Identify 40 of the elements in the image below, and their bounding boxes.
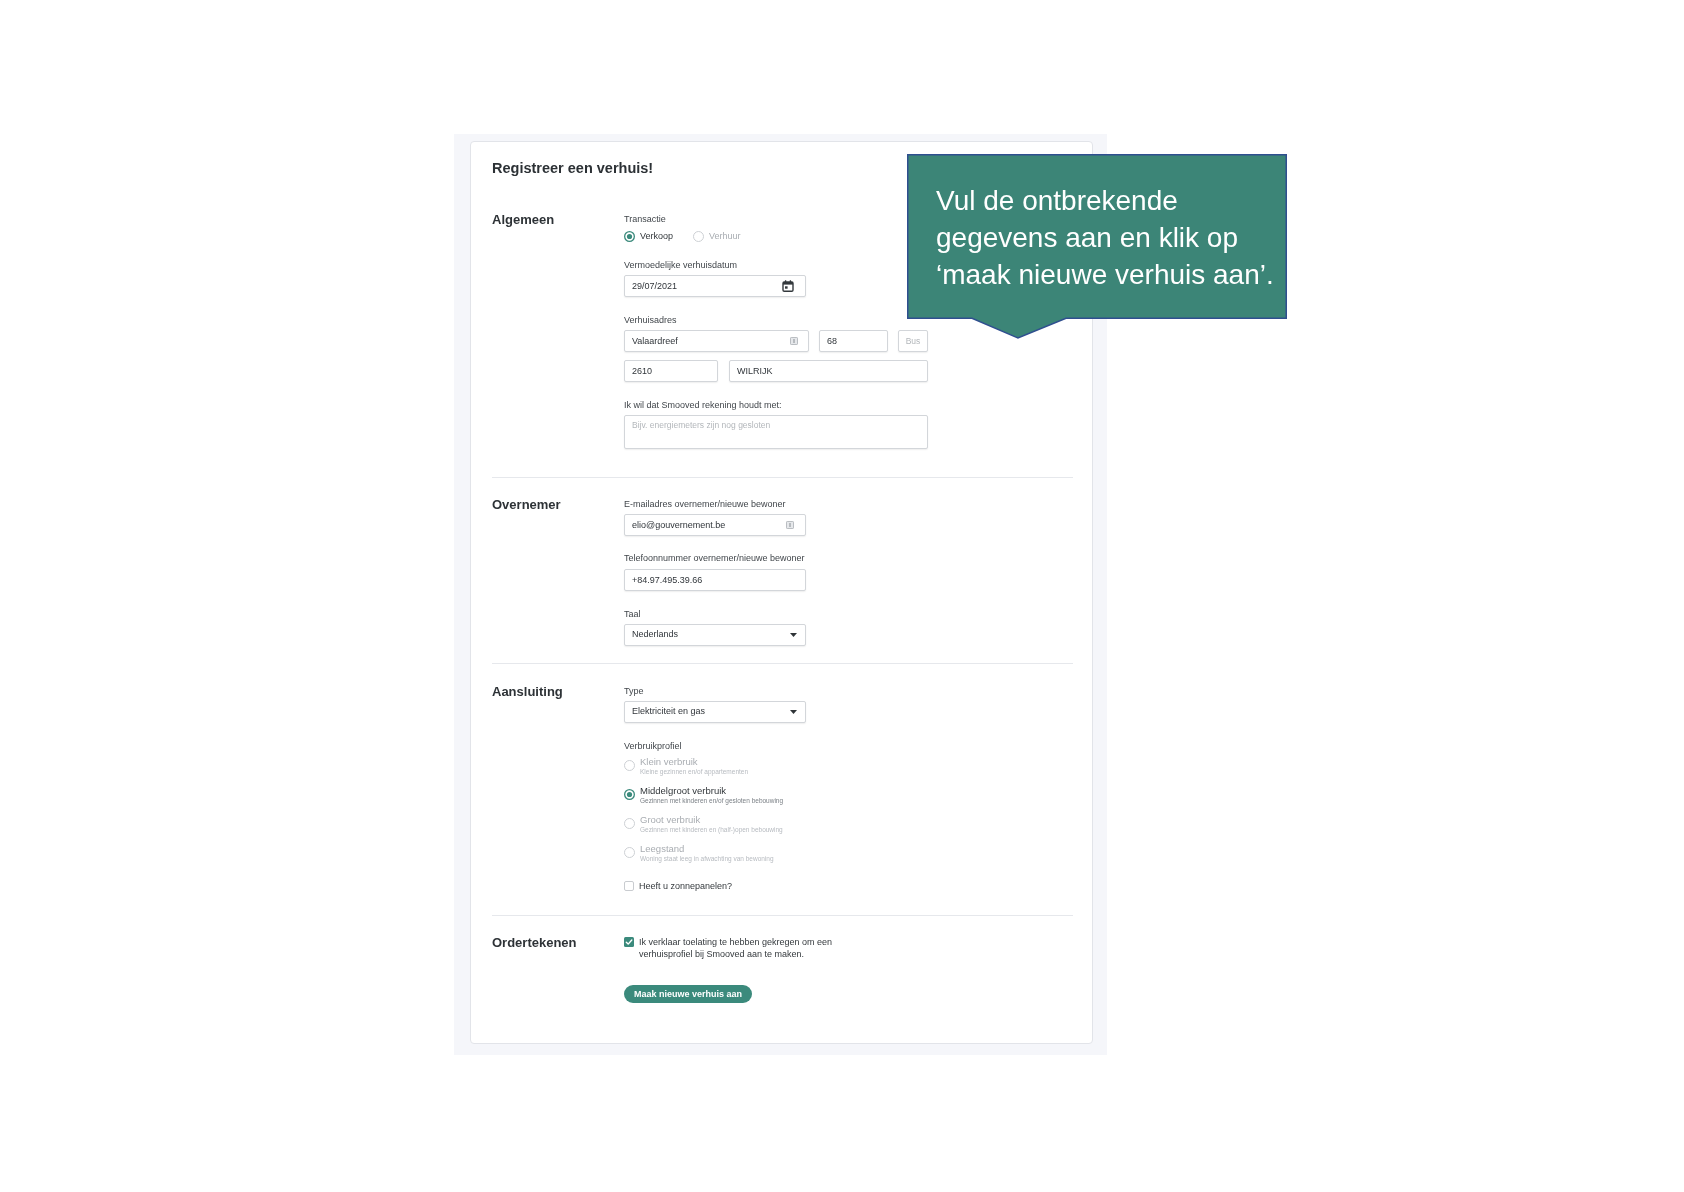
field-label: Ik wil dat Smooved rekening houdt met: [624,399,782,411]
city-field[interactable]: WILRIJK [729,360,928,382]
field-label: E-mailadres overnemer/nieuwe bewoner [624,498,786,510]
field-label: Vermoedelijke verhuisdatum [624,259,738,271]
bus-field[interactable]: Bus [898,330,928,352]
radio-label[interactable]: Verkoop [640,230,674,242]
field-label: Type [624,685,644,697]
callout-text: Vul de ontbrekende gegevens aan en klik op ‘maak nieuwe verhuis aan’. [936,184,1275,292]
checkbox[interactable] [624,937,634,947]
street-field[interactable]: Valaardreef [624,330,809,352]
create-move-button[interactable]: Maak nieuwe verhuis aan [624,984,753,1003]
email-field[interactable]: elio@gouvernement.be [624,514,806,536]
checkbox[interactable] [624,881,634,891]
small-tile-icon [786,521,794,529]
field-label: Transactie [624,213,666,225]
field-label: Telefoonnummer overnemer/nieuwe bewoner [624,553,805,564]
house-number-field[interactable]: 68 [819,330,888,352]
caret-icon [790,710,797,714]
caret-icon [790,633,797,637]
field-label: Verbruikprofiel [624,740,682,752]
remarks-field[interactable]: Bijv. energiemeters zijn nog gesloten [624,415,928,449]
radio-button[interactable] [624,230,635,242]
form-title: Registreer een verhuis! [492,159,654,177]
phone-field[interactable]: +84.97.495.39.66 [624,569,806,591]
field-label: Verhuisadres [624,314,677,326]
checkbox-label[interactable]: Heeft u zonnepanelen? [639,880,733,892]
small-tile-icon [790,337,798,345]
date-field[interactable]: 29/07/2021 [624,275,806,297]
section-title: Algemeen [492,213,555,226]
calendar-icon[interactable] [782,280,794,292]
postcode-field[interactable]: 2610 [624,360,718,382]
option-title[interactable]: Middelgroot verbruik [640,785,727,796]
checkbox-label[interactable]: Ik verklaar toelating te hebben gekregen om een verhuisprofiel bij Smooved aan te maken. [639,936,854,960]
field-label: Taal [624,608,641,620]
section-title: Aansluiting [492,685,563,698]
dropdown[interactable]: Elektriciteit en gas [624,701,806,723]
section-title: Ordertekenen [492,936,577,949]
radio-button[interactable] [624,789,635,800]
section-title: Overnemer [492,498,561,511]
dropdown[interactable]: Nederlands [624,624,806,646]
